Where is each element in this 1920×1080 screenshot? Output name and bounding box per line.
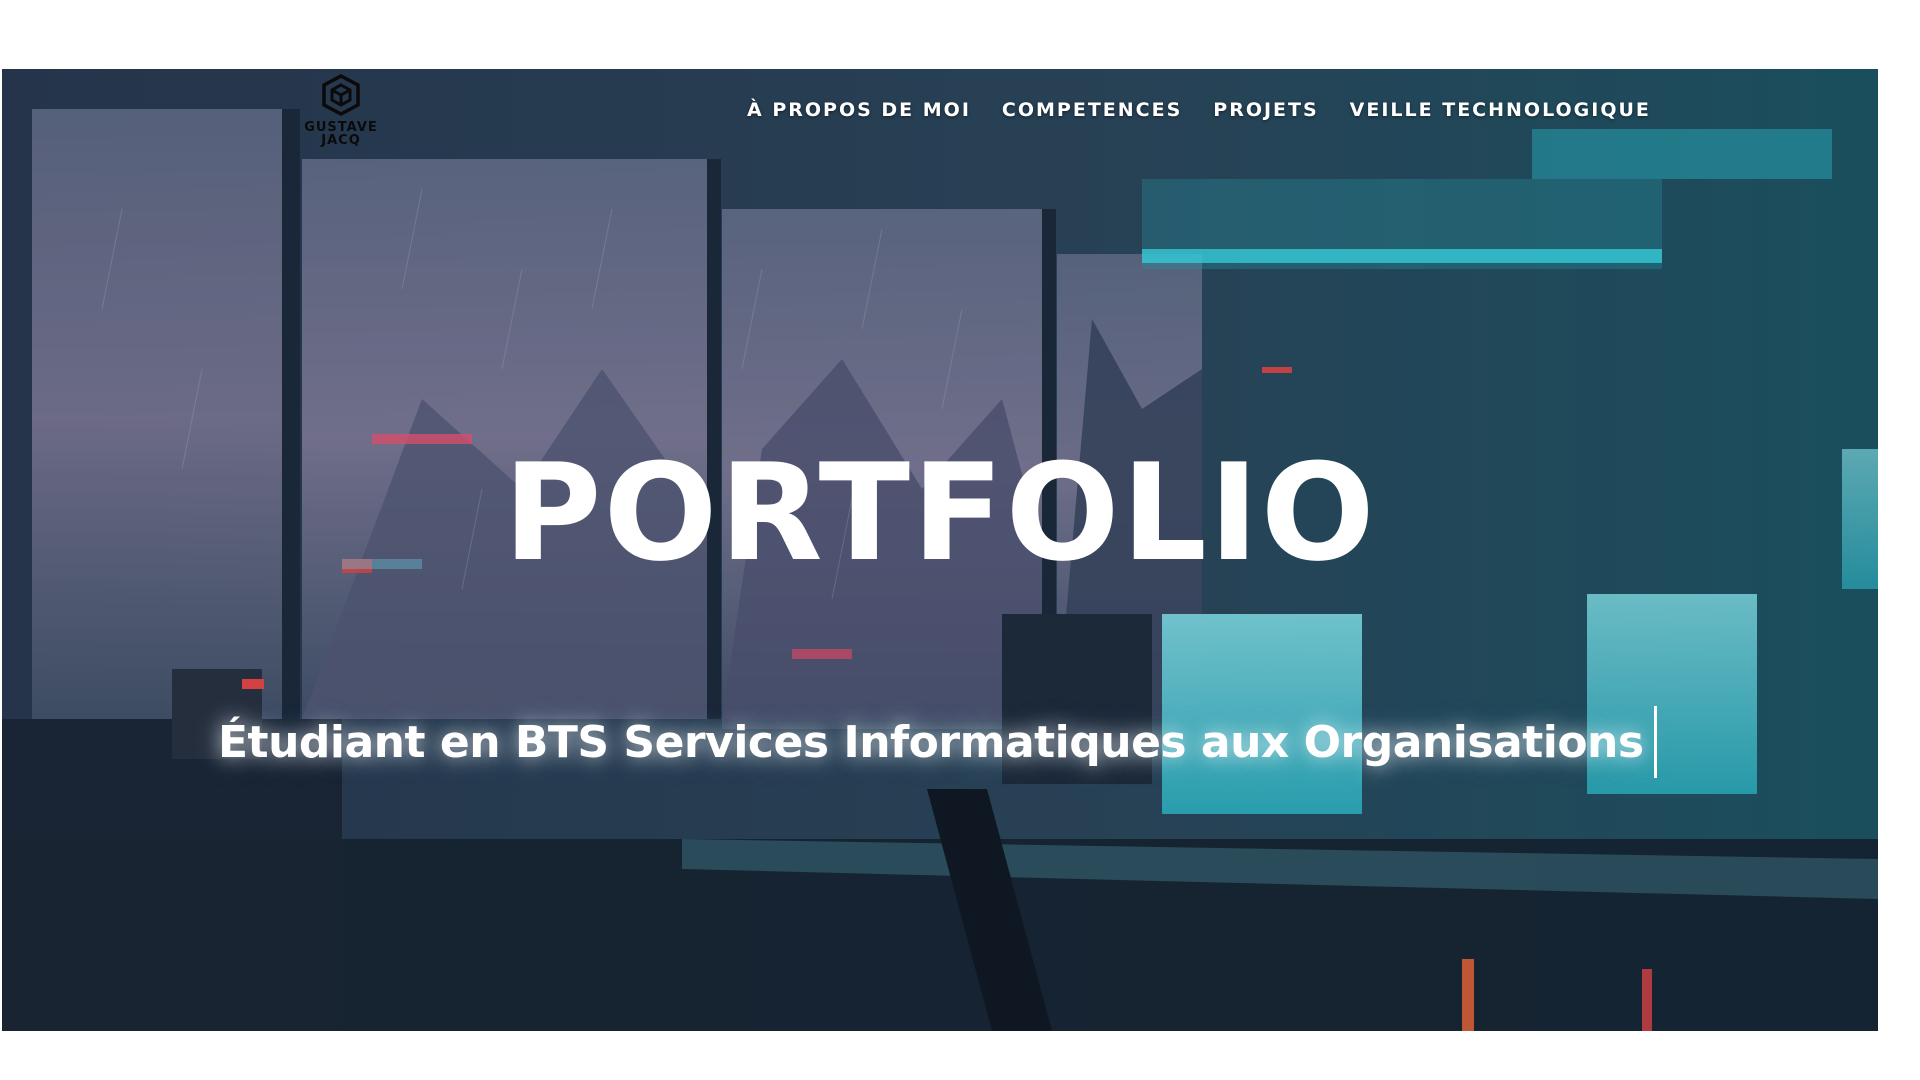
page: GUSTAVE JACQ À PROPOS DE MOI COMPETENCES…: [0, 0, 1920, 1080]
typing-cursor: [1653, 706, 1657, 778]
nav-item-projets[interactable]: PROJETS: [1213, 99, 1318, 121]
hero-section: GUSTAVE JACQ À PROPOS DE MOI COMPETENCES…: [2, 69, 1878, 1031]
nav-item-competences[interactable]: COMPETENCES: [1002, 99, 1182, 121]
nav-item-veille-technologique[interactable]: VEILLE TECHNOLOGIQUE: [1350, 99, 1651, 121]
cube-logo-icon: [322, 74, 360, 116]
logo-text-line2: JACQ: [321, 133, 361, 148]
hero-title: PORTFOLIO: [503, 435, 1377, 591]
nav-item-a-propos[interactable]: À PROPOS DE MOI: [747, 99, 971, 121]
site-logo[interactable]: GUSTAVE JACQ: [292, 73, 390, 157]
hero-subtitle-container: Étudiant en BTS Services Informatiques a…: [218, 704, 1657, 780]
hero-subtitle: Étudiant en BTS Services Informatiques a…: [218, 716, 1644, 768]
main-nav: À PROPOS DE MOI COMPETENCES PROJETS VEIL…: [747, 99, 1651, 121]
